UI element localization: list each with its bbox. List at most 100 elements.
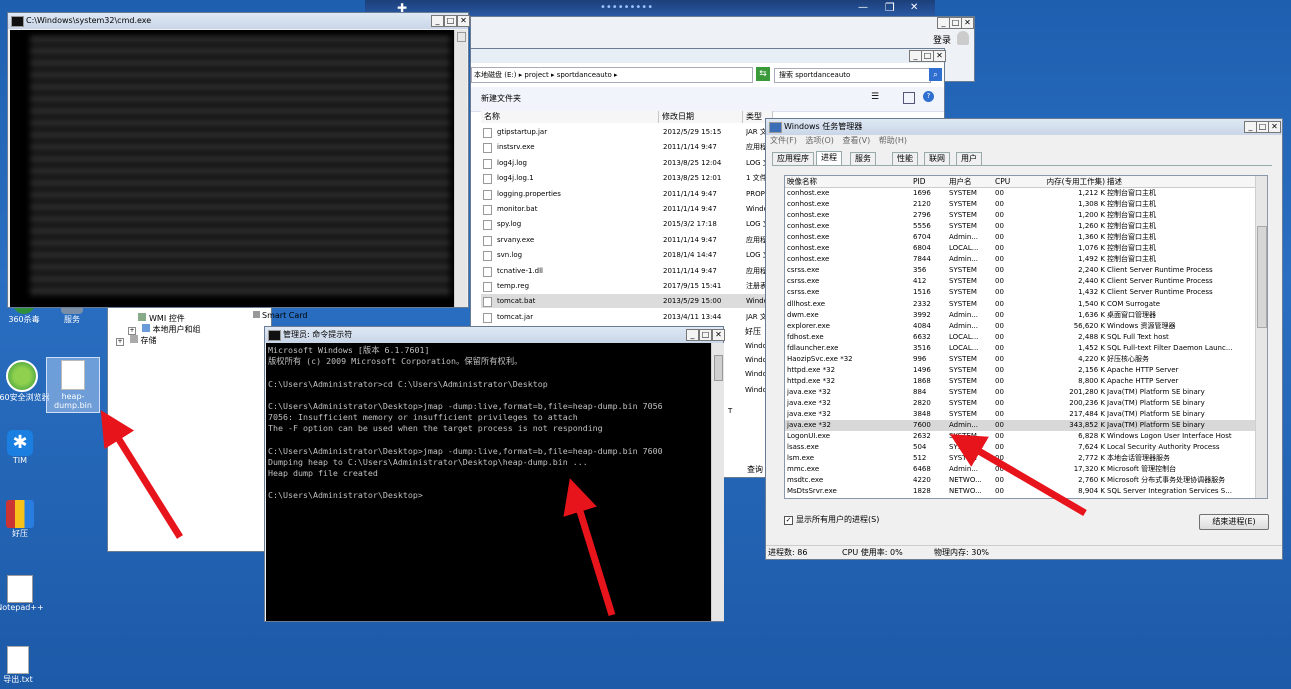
process-row[interactable]: java.exe *32 2820 SYSTEM 00 200,236 K Java(TM…: [785, 398, 1255, 409]
column-header-date[interactable]: 修改日期: [659, 111, 743, 123]
close-button[interactable]: ✕: [961, 17, 974, 29]
process-row[interactable]: conhost.exe 1696 SYSTEM 00 1,212 K 控制台窗口主机: [785, 188, 1255, 199]
menu-options[interactable]: 选项(O): [805, 136, 834, 145]
tab-processes[interactable]: 进程: [816, 151, 842, 165]
address-bar[interactable]: 本地磁盘 (E:) ▸ project ▸ sportdanceauto ▸: [471, 67, 753, 83]
vertical-scrollbar[interactable]: [711, 343, 724, 621]
process-row[interactable]: dllhost.exe 2332 SYSTEM 00 1,540 K COM Surrog…: [785, 299, 1255, 310]
minimize-button[interactable]: —: [858, 0, 868, 16]
close-button[interactable]: ✕: [712, 329, 725, 341]
file-row[interactable]: tomcat.jar 2013/4/11 13:44 JAR 文: [481, 310, 776, 324]
vertical-scrollbar[interactable]: [454, 30, 467, 307]
maximize-button[interactable]: □: [699, 329, 712, 341]
process-row[interactable]: httpd.exe *32 1496 SYSTEM 00 2,156 K Apache H…: [785, 365, 1255, 376]
minimize-button[interactable]: _: [431, 15, 444, 27]
process-row[interactable]: java.exe *32 7600 Admin... 00 343,852 K Java(…: [785, 420, 1255, 432]
search-box[interactable]: 搜索 sportdanceauto: [774, 68, 931, 83]
process-row[interactable]: lsass.exe 504 SYSTEM 00 7,624 K Local Securit…: [785, 442, 1255, 453]
process-row[interactable]: LogonUI.exe 2632 SYSTEM 00 6,828 K Windows Lo…: [785, 431, 1255, 442]
minimize-button[interactable]: _: [686, 329, 699, 341]
process-row[interactable]: fdhost.exe 6632 LOCAL... 00 2,488 K SQL Full …: [785, 332, 1255, 343]
expand-icon[interactable]: +: [116, 338, 124, 346]
help-icon[interactable]: ?: [923, 91, 934, 102]
desktop-icon-haozip[interactable]: 好压: [0, 500, 50, 539]
process-row[interactable]: csrss.exe 356 SYSTEM 00 2,240 K Client Server…: [785, 265, 1255, 276]
process-row[interactable]: dwm.exe 3992 Admin... 00 1,636 K 桌面窗口管理器: [785, 310, 1255, 321]
process-row[interactable]: explorer.exe 4084 Admin... 00 56,620 K Window…: [785, 321, 1255, 332]
service-smart-card[interactable]: Smart Card: [253, 311, 307, 320]
process-row[interactable]: HaozipSvc.exe *32 996 SYSTEM 00 4,220 K 好压核心服…: [785, 354, 1255, 365]
process-row[interactable]: csrss.exe 1516 SYSTEM 00 1,432 K Client Serve…: [785, 287, 1255, 298]
process-row[interactable]: java.exe *32 884 SYSTEM 00 201,280 K Java(TM)…: [785, 387, 1255, 398]
console-output[interactable]: Microsoft Windows [版本 6.1.7601] 版权所有 (c) …: [266, 343, 711, 621]
service-item[interactable]: Windo: [745, 342, 767, 350]
tree-item-wmi[interactable]: WMI 控件: [138, 313, 185, 324]
query-button[interactable]: 查询: [747, 464, 763, 475]
menu-file[interactable]: 文件(F): [770, 136, 797, 145]
search-input[interactable]: 搜索 sportdanceauto: [775, 71, 850, 79]
service-item[interactable]: 好压: [745, 326, 761, 337]
file-row[interactable]: log4j.log.1 2013/8/25 12:01 1 文件: [481, 171, 776, 185]
close-button[interactable]: ✕: [457, 15, 470, 27]
tree-item-local-users[interactable]: + 本地用户和组: [128, 324, 201, 335]
column-header-pid[interactable]: PID: [913, 176, 943, 187]
preview-pane-icon[interactable]: [903, 92, 915, 104]
desktop-icon-360browser[interactable]: 360安全浏览器: [0, 360, 52, 403]
close-button[interactable]: ✕: [1268, 121, 1281, 133]
close-button[interactable]: ✕: [910, 0, 918, 16]
service-item[interactable]: Windo: [745, 386, 767, 394]
breadcrumb[interactable]: 本地磁盘 (E:) ▸ project ▸ sportdanceauto ▸: [472, 71, 618, 79]
tab-users[interactable]: 用户: [956, 152, 982, 165]
column-header-description[interactable]: 描述: [1107, 176, 1255, 187]
desktop-icon-notepadpp[interactable]: Notepad++: [0, 575, 50, 612]
restore-button[interactable]: ❐: [885, 0, 895, 16]
process-row[interactable]: conhost.exe 6704 Admin... 00 1,360 K 控制台窗口主机: [785, 232, 1255, 243]
file-row[interactable]: srvany.exe 2011/1/14 9:47 应用程: [481, 233, 776, 247]
process-row[interactable]: conhost.exe 6804 LOCAL... 00 1,076 K 控制台窗口主机: [785, 243, 1255, 254]
menu-view[interactable]: 查看(V): [842, 136, 870, 145]
tab-networking[interactable]: 联网: [924, 152, 950, 165]
process-row[interactable]: mmc.exe 6468 Admin... 00 17,320 K Microsoft 管…: [785, 464, 1255, 475]
file-row[interactable]: tomcat.bat 2013/5/29 15:00 Windo: [481, 294, 776, 309]
vertical-scrollbar[interactable]: [1255, 176, 1267, 498]
desktop-icon-export-txt[interactable]: 导出.txt: [0, 646, 48, 685]
file-row[interactable]: monitor.bat 2011/1/14 9:47 Windo: [481, 202, 776, 216]
file-row[interactable]: tcnative-1.dll 2011/1/14 9:47 应用程: [481, 264, 776, 278]
login-link[interactable]: 登录: [933, 33, 951, 46]
file-row[interactable]: svn.log 2018/1/4 14:47 LOG 文: [481, 248, 776, 262]
file-row[interactable]: instsrv.exe 2011/1/14 9:47 应用程: [481, 140, 776, 154]
tab-services[interactable]: 服务: [850, 152, 876, 165]
expand-icon[interactable]: +: [128, 327, 136, 335]
file-row[interactable]: temp.reg 2017/9/15 15:41 注册表: [481, 279, 776, 293]
process-row[interactable]: MsDtsSrvr.exe 1828 NETWO... 00 8,904 K SQL Se…: [785, 486, 1255, 497]
service-item[interactable]: Windo: [745, 370, 767, 378]
process-row[interactable]: msdtc.exe 4220 NETWO... 00 2,760 K Microsoft …: [785, 475, 1255, 486]
tab-applications[interactable]: 应用程序: [772, 152, 814, 165]
file-row[interactable]: spy.log 2015/3/2 17:18 LOG 文: [481, 217, 776, 231]
tab-performance[interactable]: 性能: [892, 152, 918, 165]
process-row[interactable]: lsm.exe 512 SYSTEM 00 2,772 K 本地会话管理器服务: [785, 453, 1255, 464]
process-row[interactable]: csrss.exe 412 SYSTEM 00 2,440 K Client Server…: [785, 276, 1255, 287]
menu-help[interactable]: 帮助(H): [879, 136, 907, 145]
file-row[interactable]: logging.properties 2011/1/14 9:47 PROPE: [481, 187, 776, 201]
file-row[interactable]: gtipstartup.jar 2012/5/29 15:15 JAR 文: [481, 125, 776, 139]
desktop-icon-heap-dump[interactable]: heap-dump.bin: [46, 357, 100, 413]
process-row[interactable]: fdlauncher.exe 3516 LOCAL... 00 1,452 K SQL F…: [785, 343, 1255, 354]
show-all-users-checkbox[interactable]: ✓ 显示所有用户的进程(S): [784, 514, 879, 525]
file-row[interactable]: log4j.log 2013/8/25 12:04 LOG 文: [481, 156, 776, 170]
process-row[interactable]: conhost.exe 5556 SYSTEM 00 1,260 K 控制台窗口主机: [785, 221, 1255, 232]
column-header-name[interactable]: 名称: [481, 111, 659, 123]
column-header-image-name[interactable]: 映像名称: [787, 176, 909, 187]
service-item[interactable]: Windo: [745, 356, 767, 364]
end-process-button[interactable]: 结束进程(E): [1199, 514, 1269, 530]
new-folder-button[interactable]: 新建文件夹: [481, 93, 521, 104]
process-row[interactable]: conhost.exe 2120 SYSTEM 00 1,308 K 控制台窗口主机: [785, 199, 1255, 210]
view-options-icon[interactable]: ☰: [871, 92, 879, 102]
column-header-user-name[interactable]: 用户名: [949, 176, 993, 187]
process-row[interactable]: java.exe *32 3848 SYSTEM 00 217,484 K Java(TM…: [785, 409, 1255, 420]
search-icon[interactable]: ⌕: [929, 68, 942, 81]
maximize-button[interactable]: □: [444, 15, 457, 27]
close-button[interactable]: ✕: [933, 50, 946, 62]
process-row[interactable]: httpd.exe *32 1868 SYSTEM 00 8,800 K Apache H…: [785, 376, 1255, 387]
column-header-cpu[interactable]: CPU: [995, 176, 1021, 187]
